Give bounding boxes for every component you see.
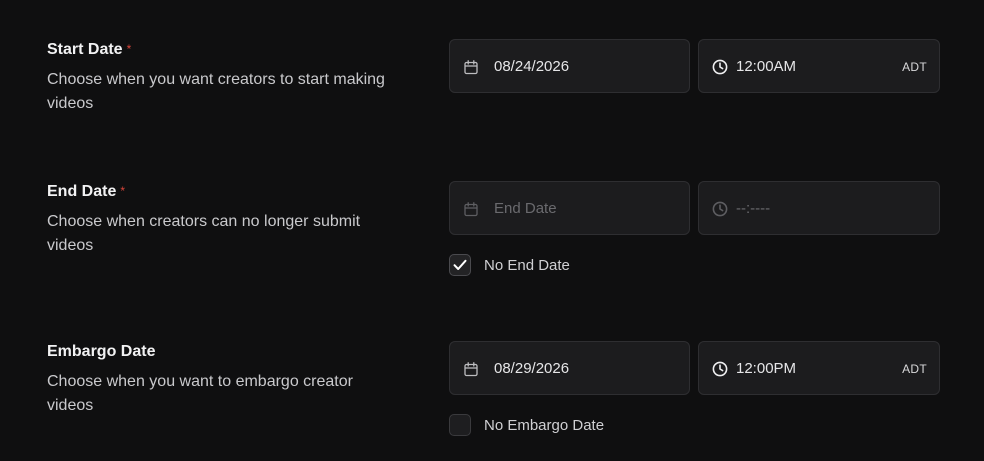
embargo-date-title: Embargo Date xyxy=(47,343,156,360)
no-embargo-date-label[interactable]: No Embargo Date xyxy=(484,417,604,434)
checkmark-icon xyxy=(453,259,467,271)
calendar-icon xyxy=(463,361,479,377)
embargo-date-description: Choose when you want to embargo creator … xyxy=(47,373,353,414)
end-date-placeholder: End Date xyxy=(494,200,557,217)
no-end-date-option[interactable]: No End Date xyxy=(449,253,570,277)
embargo-date-input[interactable]: 08/29/2026 xyxy=(449,341,690,395)
embargo-date-label-group: Embargo Date Choose when you want to emb… xyxy=(47,342,407,418)
start-date-title-text: Start Date xyxy=(47,41,123,58)
start-time-value: 12:00AM xyxy=(736,58,797,75)
no-end-date-label[interactable]: No End Date xyxy=(484,257,570,274)
clock-icon xyxy=(712,361,728,377)
embargo-time-input[interactable]: 12:00PM ADT xyxy=(698,341,940,395)
end-date-title: End Date * xyxy=(47,182,407,202)
calendar-icon xyxy=(463,59,479,75)
end-date-input[interactable]: End Date xyxy=(449,181,690,235)
start-date-title: Start Date * xyxy=(47,40,407,60)
start-date-value: 08/24/2026 xyxy=(494,58,570,75)
embargo-date-value: 08/29/2026 xyxy=(494,360,570,377)
clock-icon xyxy=(712,201,728,217)
end-date-label-group: End Date * Choose when creators can no lo… xyxy=(47,182,407,258)
end-date-title-text: End Date xyxy=(47,183,117,200)
start-date-label-group: Start Date * Choose when you want creator… xyxy=(47,40,407,116)
no-embargo-date-option[interactable]: No Embargo Date xyxy=(449,413,604,437)
start-time-timezone: ADT xyxy=(902,60,927,74)
no-end-date-checkbox[interactable] xyxy=(449,254,471,276)
embargo-time-value: 12:00PM xyxy=(736,360,797,377)
start-time-input[interactable]: 12:00AM ADT xyxy=(698,39,940,93)
required-asterisk: * xyxy=(120,184,126,198)
required-asterisk: * xyxy=(126,42,132,56)
calendar-icon xyxy=(463,201,479,217)
end-date-description: Choose when creators can no longer submi… xyxy=(47,213,361,254)
start-date-input[interactable]: 08/24/2026 xyxy=(449,39,690,93)
end-time-input[interactable]: --:---- xyxy=(698,181,940,235)
end-time-placeholder: --:---- xyxy=(736,200,771,217)
campaign-dates-form: Start Date * Choose when you want creator… xyxy=(0,0,984,461)
start-date-description: Choose when you want creators to start m… xyxy=(47,71,385,112)
clock-icon xyxy=(712,59,728,75)
embargo-time-timezone: ADT xyxy=(902,362,927,376)
no-embargo-date-checkbox[interactable] xyxy=(449,414,471,436)
